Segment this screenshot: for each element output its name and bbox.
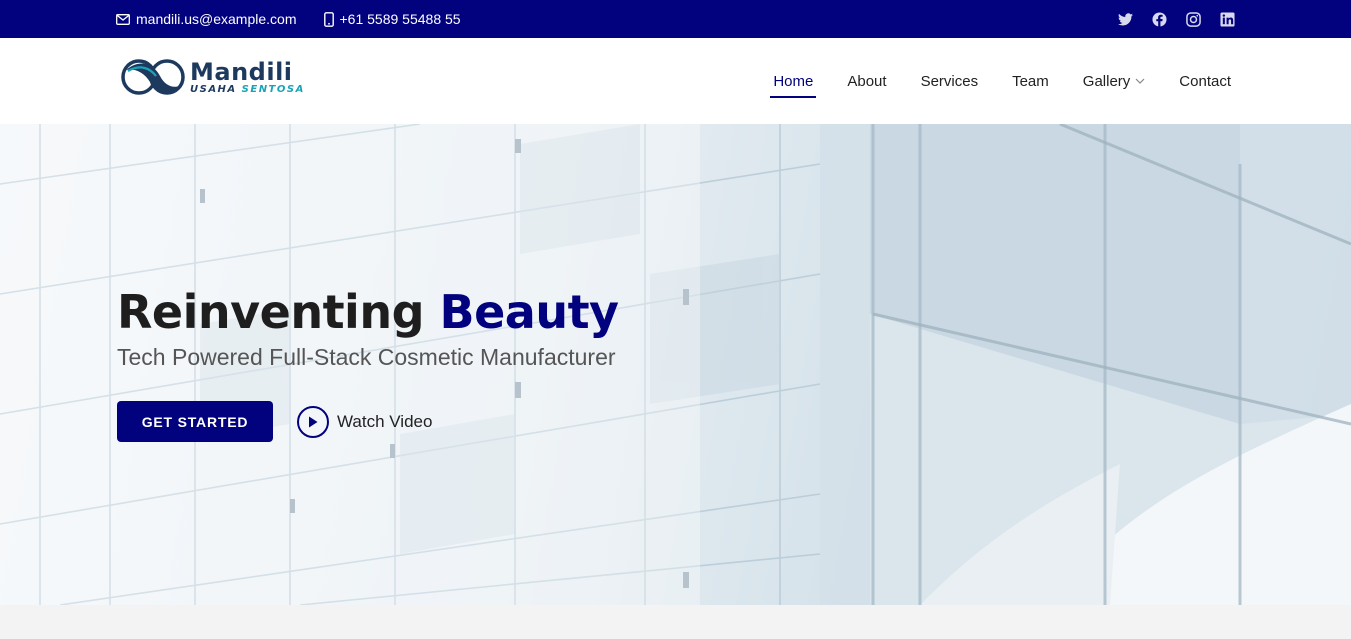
hero-section: Reinventing Beauty Tech Powered Full-Sta…	[0, 124, 1351, 605]
nav-services[interactable]: Services	[921, 38, 979, 124]
main-nav: Home About Services Team Gallery Contact	[739, 38, 1231, 124]
play-circle	[297, 405, 329, 438]
nav-team[interactable]: Team	[1012, 38, 1049, 124]
linkedin-icon[interactable]	[1219, 11, 1235, 27]
social-links	[1099, 0, 1235, 38]
hero-content: Reinventing Beauty Tech Powered Full-Sta…	[117, 284, 619, 442]
chevron-down-icon	[1135, 78, 1145, 84]
top-bar: mandili.us@example.com +61 5589 55488 55	[0, 0, 1351, 38]
nav-gallery-label: Gallery	[1082, 72, 1131, 90]
brand-tagline-part2: SENTOSA	[241, 83, 305, 95]
watch-video-label: Watch Video	[337, 411, 433, 431]
get-started-button[interactable]: GET STARTED	[117, 401, 273, 442]
infinity-logo-icon	[121, 59, 185, 95]
hero-title: Reinventing Beauty	[117, 284, 619, 340]
email-contact[interactable]: mandili.us@example.com	[116, 11, 297, 27]
envelope-icon	[116, 13, 130, 25]
phone-contact[interactable]: +61 5589 55488 55	[323, 11, 461, 27]
phone-icon	[323, 11, 334, 27]
brand-tagline: USAHA SENTOSA	[190, 83, 305, 95]
facebook-icon[interactable]	[1151, 11, 1167, 27]
hero-cta-group: GET STARTED Watch Video	[117, 401, 619, 442]
hero-title-accent: Beauty	[439, 285, 620, 339]
twitter-icon[interactable]	[1117, 11, 1133, 27]
email-text: mandili.us@example.com	[136, 11, 297, 27]
brand-tagline-part1: USAHA	[190, 83, 237, 95]
site-header: Mandili USAHA SENTOSA Home About Service…	[0, 38, 1351, 124]
nav-about[interactable]: About	[847, 38, 886, 124]
brand-name: Mandili	[190, 57, 293, 86]
play-icon	[309, 416, 318, 427]
nav-gallery[interactable]: Gallery	[1083, 38, 1146, 124]
hero-title-part1: Reinventing	[117, 285, 425, 339]
instagram-icon[interactable]	[1185, 11, 1201, 27]
nav-contact[interactable]: Contact	[1179, 38, 1231, 124]
brand-logo[interactable]: Mandili USAHA SENTOSA	[120, 56, 305, 98]
nav-home[interactable]: Home	[770, 38, 817, 124]
watch-video-button[interactable]: Watch Video	[297, 405, 433, 438]
phone-text: +61 5589 55488 55	[339, 11, 461, 27]
hero-subtitle: Tech Powered Full-Stack Cosmetic Manufac…	[117, 344, 616, 370]
contact-info: mandili.us@example.com +61 5589 55488 55	[116, 0, 488, 38]
